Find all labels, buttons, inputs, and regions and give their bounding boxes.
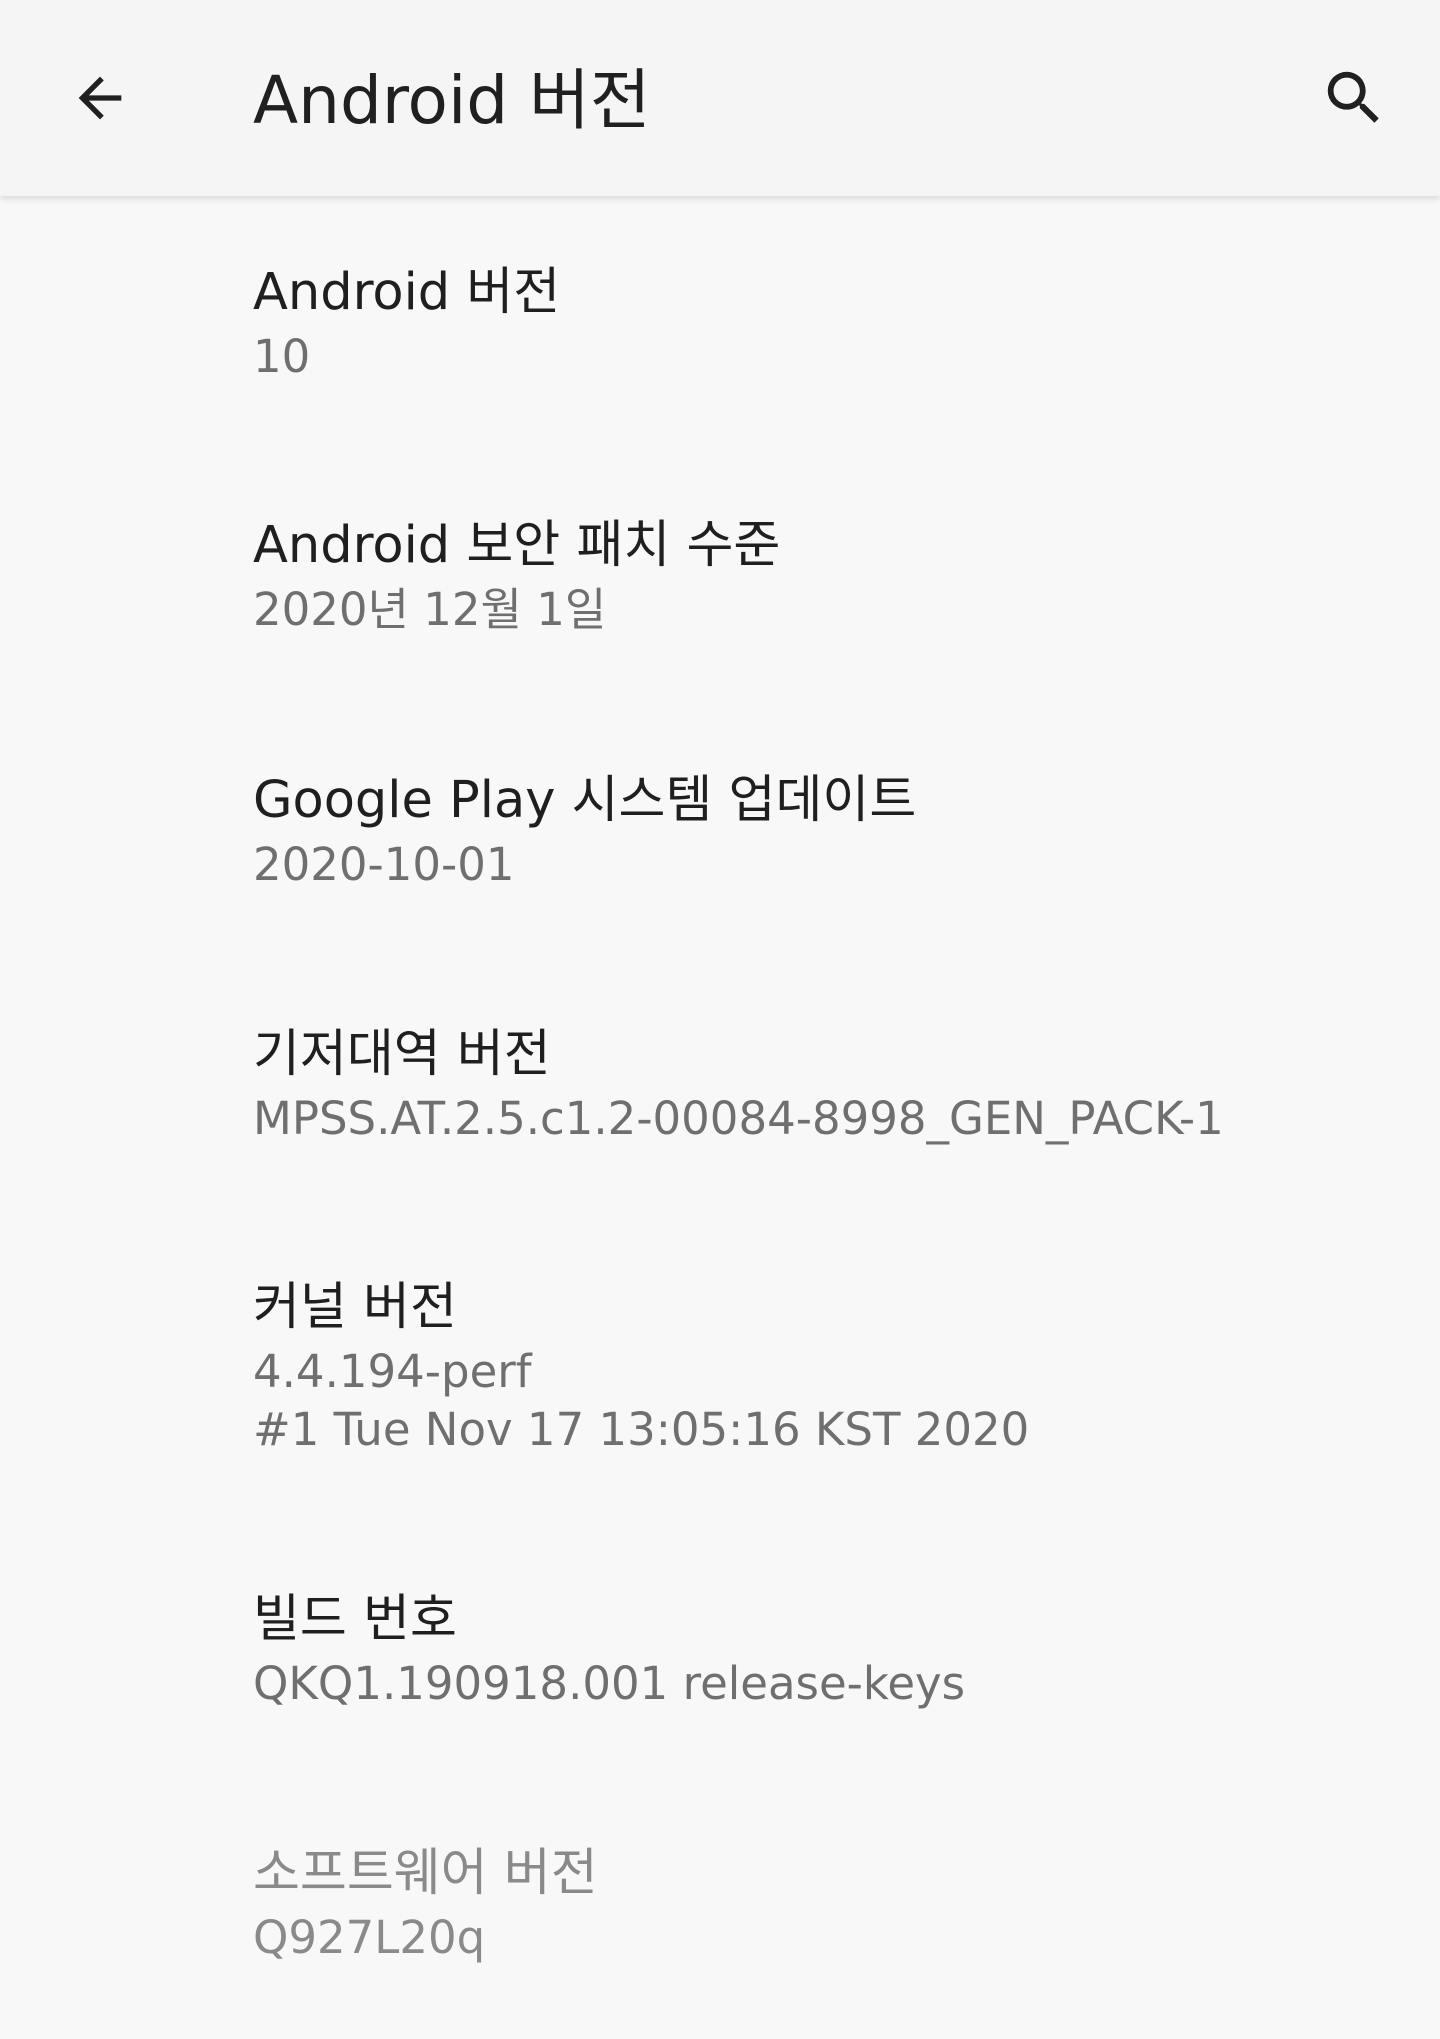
item-summary: 4.4.194-perf #1 Tue Nov 17 13:05:16 KST … [253, 1345, 1030, 1456]
arrow-left-icon [78, 76, 122, 120]
list-item-google-play-update[interactable]: Google Play 시스템 업데이트 2020-10-01 [0, 766, 1440, 966]
settings-list: Android 버전 10 Android 보안 패치 수준 2020년 12월… [0, 196, 1440, 2031]
list-item-baseband-version[interactable]: 기저대역 버전 MPSS.AT.2.5.c1.2-00084-8998_GEN_… [0, 1020, 1440, 1220]
search-icon [1327, 71, 1379, 123]
item-title: 빌드 번호 [253, 1590, 457, 1649]
back-button[interactable] [50, 48, 150, 148]
list-item-android-version[interactable]: Android 버전 10 [0, 258, 1440, 458]
page-title: Android 버전 [253, 62, 651, 139]
list-item-kernel-version[interactable]: 커널 버전 4.4.194-perf #1 Tue Nov 17 13:05:1… [0, 1273, 1440, 1523]
item-title: Google Play 시스템 업데이트 [253, 771, 917, 830]
item-summary: 2020-10-01 [253, 838, 515, 891]
item-title: Android 버전 [253, 263, 561, 322]
item-title: 소프트웨어 버전 [253, 1844, 598, 1903]
item-title: 기저대역 버전 [253, 1025, 551, 1084]
item-summary: QKQ1.190918.001 release-keys [253, 1657, 966, 1710]
list-item-build-number[interactable]: 빌드 번호 QKQ1.190918.001 release-keys [0, 1585, 1440, 1785]
item-title: Android 보안 패치 수준 [253, 516, 781, 575]
item-summary: MPSS.AT.2.5.c1.2-00084-8998_GEN_PACK-1 [253, 1092, 1224, 1145]
item-summary: 10 [253, 330, 311, 383]
item-summary: Q927L20q [253, 1911, 486, 1964]
item-title: 커널 버전 [253, 1278, 457, 1337]
list-item-software-version[interactable]: 소프트웨어 버전 Q927L20q [0, 1839, 1440, 2039]
list-item-security-patch[interactable]: Android 보안 패치 수준 2020년 12월 1일 [0, 511, 1440, 711]
search-button[interactable] [1304, 48, 1404, 148]
app-bar: Android 버전 [0, 0, 1440, 196]
item-summary: 2020년 12월 1일 [253, 583, 607, 636]
